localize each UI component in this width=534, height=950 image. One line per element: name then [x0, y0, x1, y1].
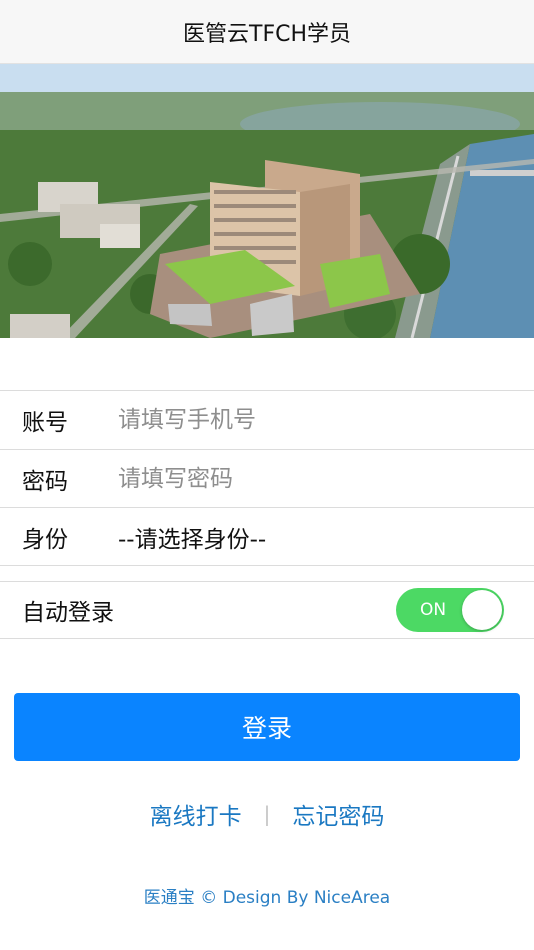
auto-login-toggle[interactable]: ON [396, 588, 504, 632]
auto-login-row: 自动登录 ON [0, 581, 534, 639]
password-label: 密码 [22, 468, 68, 495]
app-header: 医管云TFCH学员 [0, 0, 534, 64]
role-select[interactable]: --请选择身份-- [118, 520, 534, 554]
auxiliary-links: 离线打卡 | 忘记密码 [0, 797, 534, 831]
hospital-banner-image [0, 64, 534, 338]
toggle-knob [462, 590, 502, 630]
auto-login-label: 自动登录 [22, 600, 114, 626]
offline-checkin-link[interactable]: 离线打卡 [146, 797, 246, 831]
account-label: 账号 [22, 410, 68, 436]
forgot-password-link[interactable]: 忘记密码 [288, 797, 388, 831]
login-button[interactable]: 登录 [14, 693, 520, 761]
password-input[interactable] [118, 450, 534, 507]
password-row: 密码 [0, 449, 534, 507]
account-input[interactable] [118, 391, 534, 449]
page-title: 医管云TFCH学员 [183, 21, 351, 47]
role-row: 身份 --请选择身份-- [0, 507, 534, 565]
role-label: 身份 [22, 526, 68, 553]
footer-credit: 医通宝 © Design By NiceArea [143, 888, 391, 908]
login-form: 账号 密码 身份 --请选择身份-- [0, 390, 534, 566]
toggle-on-text: ON [420, 600, 447, 620]
account-row: 账号 [0, 391, 534, 449]
link-separator: | [263, 802, 271, 826]
hospital-aerial-illustration [0, 64, 534, 338]
